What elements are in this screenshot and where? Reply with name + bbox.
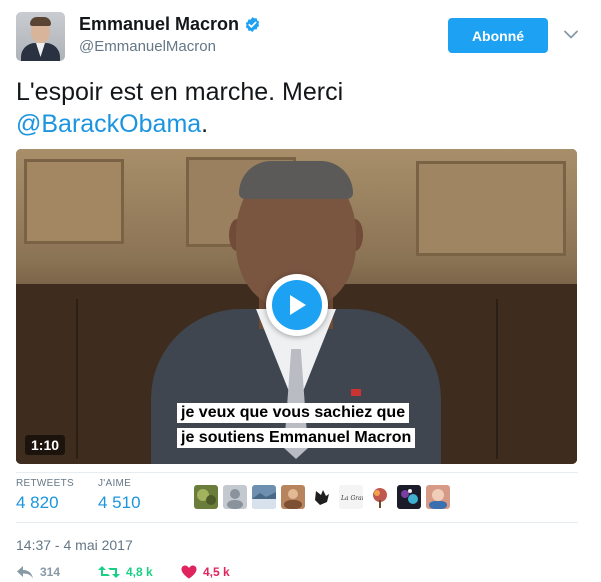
reply-icon — [17, 566, 33, 579]
likes-stat[interactable]: J'AIME 4 510 — [98, 478, 141, 513]
retweets-stat[interactable]: RETWEETS 4 820 — [16, 478, 74, 513]
speaker-hair — [239, 161, 353, 199]
video-duration: 1:10 — [25, 435, 66, 455]
author-handle[interactable]: @EmmanuelMacron — [79, 38, 261, 55]
svg-text:La Grande !: La Grande ! — [340, 495, 363, 502]
retweet-button[interactable]: 4,8 k — [98, 565, 153, 579]
retweet-count: 4,8 k — [126, 565, 153, 579]
liker-avatar[interactable] — [223, 485, 247, 509]
panel-line — [76, 299, 78, 459]
play-icon[interactable] — [272, 280, 322, 330]
tweet-actions: 314 4,8 k 4,5 k — [16, 565, 586, 582]
liker-avatar[interactable] — [252, 485, 276, 509]
liker-avatar[interactable] — [426, 485, 450, 509]
wall-frame — [24, 159, 124, 244]
likes-count[interactable]: 4 510 — [98, 493, 141, 513]
tweet-header: Emmanuel Macron @EmmanuelMacron Abonné — [16, 12, 586, 62]
liker-avatar[interactable] — [194, 485, 218, 509]
play-button[interactable] — [266, 274, 328, 336]
author-info: Emmanuel Macron @EmmanuelMacron — [79, 14, 261, 55]
divider — [16, 522, 578, 523]
author-name[interactable]: Emmanuel Macron — [79, 14, 239, 35]
reply-count: 314 — [40, 565, 61, 579]
divider — [16, 472, 578, 473]
follow-button[interactable]: Abonné — [448, 18, 548, 53]
avatar-hair — [30, 17, 51, 26]
liker-avatar[interactable]: La Grande ! — [339, 485, 363, 509]
liker-avatar[interactable] — [397, 485, 421, 509]
heart-icon — [181, 565, 197, 579]
tweet-text: L'espoir est en marche. Merci @BarackOba… — [16, 76, 586, 140]
chevron-down-icon[interactable] — [561, 24, 581, 44]
video-subtitle-line: je soutiens Emmanuel Macron — [177, 428, 416, 448]
liker-avatar[interactable] — [368, 485, 392, 509]
reply-button[interactable]: 314 — [16, 565, 60, 579]
tweet-text-main: L'espoir est en marche. Merci — [16, 78, 344, 106]
lapel-pin — [351, 389, 361, 396]
author-name-row[interactable]: Emmanuel Macron — [79, 14, 261, 35]
tweet-text-end: . — [201, 110, 209, 138]
like-button[interactable]: 4,5 k — [181, 565, 230, 579]
author-avatar[interactable] — [16, 12, 65, 61]
video-subtitle-line: je veux que vous sachiez que — [177, 403, 410, 423]
verified-badge-icon — [245, 17, 260, 32]
like-count: 4,5 k — [203, 565, 230, 579]
liker-avatar[interactable] — [310, 485, 334, 509]
retweet-icon — [98, 566, 120, 578]
likes-label: J'AIME — [98, 478, 132, 489]
panel-line — [496, 299, 498, 459]
mention-link[interactable]: @BarackObama — [16, 110, 201, 138]
liker-avatar[interactable] — [281, 485, 305, 509]
video-player[interactable]: je veux que vous sachiez que je soutiens… — [16, 149, 577, 464]
retweets-count[interactable]: 4 820 — [16, 493, 74, 513]
tweet-timestamp[interactable]: 14:37 - 4 mai 2017 — [16, 537, 133, 553]
retweets-label: RETWEETS — [16, 478, 74, 489]
